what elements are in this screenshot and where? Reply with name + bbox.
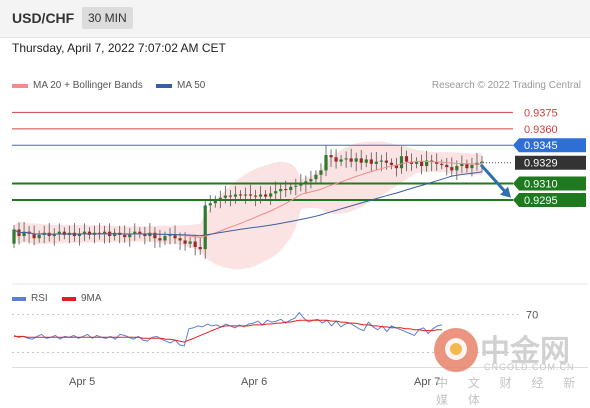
candle-body (309, 179, 313, 182)
candle-body (314, 174, 318, 180)
candle-body (399, 156, 404, 169)
candle-body (218, 197, 222, 200)
candle-body (203, 205, 207, 250)
rsi-line (13, 311, 443, 347)
candle-body (163, 236, 167, 241)
candle-body (374, 161, 378, 164)
candle-body (404, 156, 409, 162)
candle-body (188, 241, 192, 244)
price-label-0.9329: 0.9329 (515, 155, 586, 170)
candle-body (279, 189, 283, 192)
candle-body (284, 189, 288, 191)
price-label-0.9310: 0.9310 (513, 176, 586, 191)
candle-body (465, 163, 469, 169)
candle-body (178, 238, 182, 241)
candle-body (198, 246, 202, 250)
price-label-text: 0.9345 (524, 140, 558, 152)
candle-body (450, 167, 454, 171)
candle-body (123, 234, 127, 238)
candle-body (319, 170, 323, 175)
candle-body (304, 181, 308, 184)
candle-body (455, 166, 459, 171)
candle-body (208, 203, 212, 206)
price-label-0.9375: 0.9375 (524, 107, 558, 119)
candle-body (389, 162, 394, 165)
candle-body (470, 164, 474, 169)
candle-body (354, 158, 358, 162)
candle-body (334, 157, 338, 162)
candle-body (349, 158, 353, 162)
price-label-0.9345: 0.9345 (513, 138, 586, 153)
forecast-arrow (479, 163, 511, 198)
price-label-0.9360: 0.9360 (524, 124, 558, 136)
price-label-text: 0.9329 (524, 158, 558, 170)
rsi-9ma-line (14, 319, 442, 343)
candle-body (193, 241, 197, 247)
candle-body (344, 158, 348, 160)
candle-body (253, 195, 258, 197)
candle-body (173, 234, 177, 239)
watermark-logo-core (450, 343, 462, 355)
candle-body (440, 163, 444, 165)
candle-body (12, 229, 16, 244)
candle-body (299, 183, 303, 186)
candle-body (258, 194, 263, 197)
candle-body (289, 186, 293, 191)
rsi-tick-70: 70 (526, 310, 538, 322)
price-label-text: 0.9375 (524, 107, 558, 119)
candle-body (359, 158, 363, 163)
candle-body (37, 234, 41, 239)
price-label-text: 0.9360 (524, 124, 558, 136)
candle-body (228, 195, 232, 197)
candle-body (183, 240, 187, 244)
candle-body (158, 238, 162, 241)
candle-body (223, 195, 227, 198)
candle-body (213, 199, 217, 204)
candle-body (269, 193, 273, 197)
candle-body (384, 160, 388, 163)
candle-body (87, 231, 92, 235)
candle-body (264, 194, 268, 197)
candle-body (460, 163, 464, 167)
candle-body (248, 194, 253, 196)
watermark-tagline: 中 文 财 经 新 媒 体 (436, 376, 584, 407)
x-tick-apr5: Apr 5 (69, 376, 96, 388)
candle-body (364, 159, 368, 163)
candle-body (379, 160, 383, 162)
candle-body (369, 159, 373, 164)
watermark-url: CNGOLD.COM.CN (484, 362, 575, 372)
candle-body (233, 194, 238, 197)
price-label-text: 0.9295 (524, 195, 558, 207)
candle-body (238, 194, 243, 196)
candle-body (32, 233, 36, 239)
candle-body (243, 194, 248, 196)
candle-body (274, 191, 278, 194)
candle-body (324, 155, 328, 171)
candle-body (294, 185, 298, 187)
candle-body (329, 155, 333, 158)
forecast-arrow-shaft (479, 163, 509, 195)
watermark-logo (434, 328, 478, 372)
price-label-text: 0.9310 (524, 179, 558, 191)
price-label-0.9295: 0.9295 (513, 192, 586, 207)
price-level-labels: 0.9375 0.9360 0.9345 0.9329 0.9310 0.9295 (513, 107, 586, 207)
x-tick-apr6: Apr 6 (241, 376, 268, 388)
candle-body (339, 159, 343, 162)
candle-body (480, 161, 484, 163)
candle-body (445, 164, 449, 168)
rsi-panel: 70 (12, 310, 538, 372)
candle-body (420, 161, 424, 167)
